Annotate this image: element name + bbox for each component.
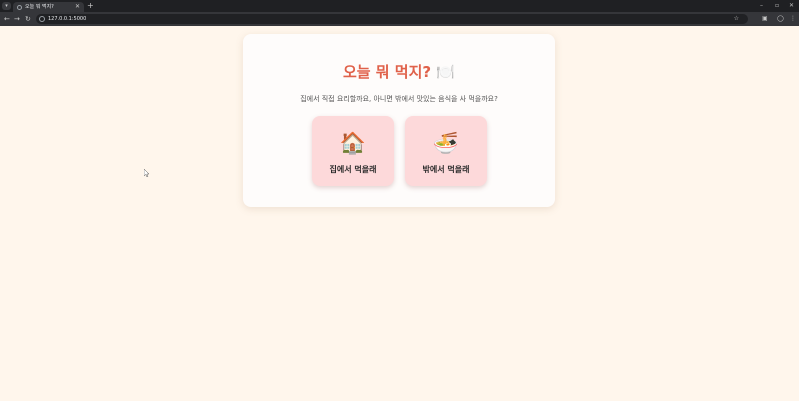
title-text: 오늘 뭐 먹지? bbox=[342, 63, 432, 81]
plate-cutlery-icon: 🍽️ bbox=[436, 63, 456, 81]
extensions-icon[interactable]: ▣ bbox=[762, 12, 768, 26]
eat-out-label: 밖에서 먹을래 bbox=[422, 165, 470, 174]
reload-icon[interactable]: ↻ bbox=[25, 12, 31, 26]
menu-icon[interactable]: ⋮ bbox=[790, 12, 796, 26]
close-icon[interactable]: ✕ bbox=[75, 2, 80, 12]
url-text: 127.0.0.1:5000 bbox=[48, 16, 87, 22]
maximize-icon[interactable]: ▫ bbox=[775, 0, 779, 12]
browser-tab[interactable]: 오늘 뭐 먹지? ✕ bbox=[13, 2, 84, 12]
house-icon: 🏠 bbox=[339, 131, 367, 155]
eat-at-home-label: 집에서 먹을래 bbox=[329, 165, 377, 174]
tab-bar: ▾ 오늘 뭐 먹지? ✕ + – ▫ ✕ bbox=[0, 0, 799, 12]
favicon-icon bbox=[17, 4, 22, 10]
site-info-icon[interactable] bbox=[39, 16, 45, 22]
tab-title: 오늘 뭐 먹지? bbox=[25, 4, 54, 10]
page-subtitle: 집에서 직접 요리할까요, 아니면 밖에서 맛있는 음식을 사 먹을까요? bbox=[300, 95, 498, 103]
window-close-icon[interactable]: ✕ bbox=[789, 0, 794, 12]
star-icon[interactable]: ☆ bbox=[734, 14, 739, 24]
eat-at-home-button[interactable]: 🏠 집에서 먹을래 bbox=[312, 116, 394, 186]
new-tab-icon[interactable]: + bbox=[87, 0, 94, 12]
mouse-cursor-icon bbox=[144, 169, 150, 177]
tab-search-button[interactable]: ▾ bbox=[2, 2, 11, 10]
forward-icon[interactable]: → bbox=[14, 12, 20, 26]
main-card: 오늘 뭐 먹지? 🍽️ 집에서 직접 요리할까요, 아니면 밖에서 맛있는 음식… bbox=[243, 34, 555, 207]
profile-icon[interactable]: ◯ bbox=[777, 12, 784, 26]
chevron-down-icon: ▾ bbox=[5, 3, 8, 9]
noodle-bowl-icon: 🍜 bbox=[432, 131, 460, 155]
minimize-icon[interactable]: – bbox=[760, 0, 763, 12]
browser-toolbar: ← → ↻ 127.0.0.1:5000 ☆ ▣ ◯ ⋮ bbox=[0, 12, 799, 26]
back-icon[interactable]: ← bbox=[4, 12, 10, 26]
page-title: 오늘 뭐 먹지? 🍽️ bbox=[243, 62, 555, 82]
address-bar[interactable]: 127.0.0.1:5000 ☆ bbox=[36, 14, 748, 24]
eat-out-button[interactable]: 🍜 밖에서 먹을래 bbox=[405, 116, 487, 186]
